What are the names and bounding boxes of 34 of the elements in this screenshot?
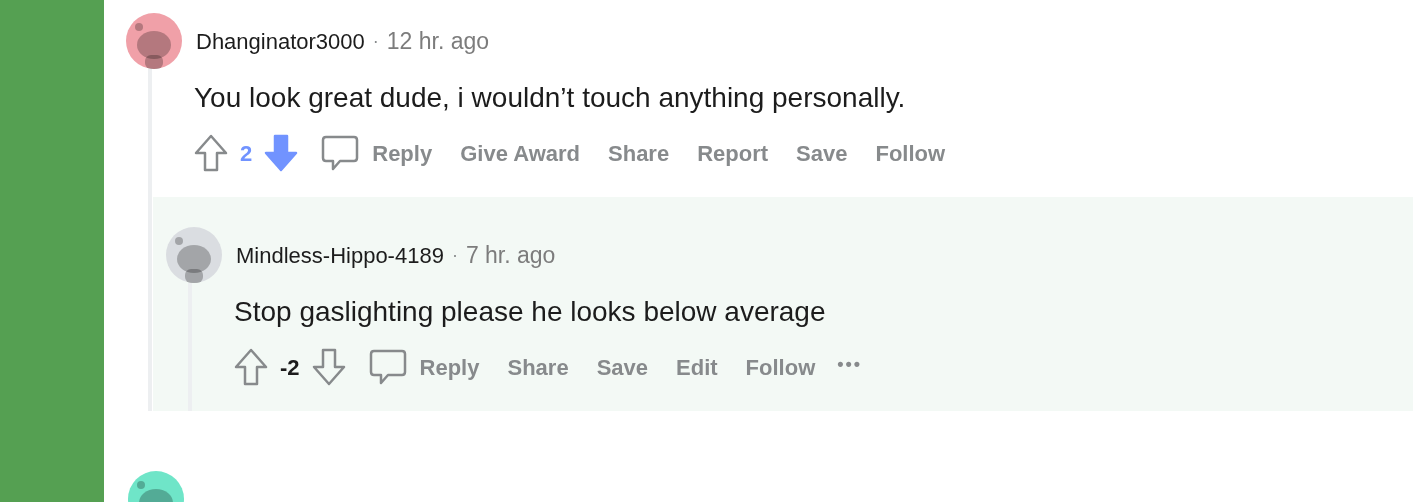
action-button[interactable]: Share (501, 350, 575, 384)
upvote-button[interactable] (234, 348, 268, 386)
comment-text: Stop gaslighting please he looks below average (234, 295, 827, 329)
comment-icon[interactable] (320, 133, 361, 173)
down-arrow-icon (264, 134, 299, 172)
username[interactable]: Dhanginator3000 (196, 24, 365, 58)
more-button[interactable]: ••• (837, 350, 863, 378)
action-button[interactable]: Reply (366, 136, 439, 170)
comment-icon[interactable] (367, 347, 408, 387)
timestamp: 7 hr. ago (465, 240, 556, 270)
avatar (126, 13, 182, 69)
downvote-button[interactable] (311, 348, 346, 386)
separator-dot: · (451, 243, 458, 267)
vote-count: 2 (239, 139, 254, 168)
action-button[interactable]: Report (691, 136, 775, 170)
up-arrow-icon (194, 134, 228, 172)
up-arrow-icon (234, 348, 268, 386)
action-button[interactable]: Save (790, 136, 854, 170)
action-button[interactable]: Follow (869, 136, 952, 170)
down-arrow-icon (311, 348, 346, 386)
action-button[interactable]: Follow (739, 350, 822, 384)
avatar (166, 227, 222, 283)
username[interactable]: Mindless-Hippo-4189 (236, 238, 444, 272)
action-button[interactable]: Save (590, 350, 655, 384)
downvote-button[interactable] (264, 134, 299, 172)
action-button[interactable]: Edit (670, 350, 724, 384)
action-button[interactable]: Give Award (454, 136, 586, 170)
action-button[interactable]: Share (602, 136, 676, 170)
separator-dot: · (372, 29, 379, 53)
action-button[interactable]: Reply (413, 350, 486, 384)
comment-text: You look great dude, i wouldn’t touch anything personally. (194, 81, 907, 115)
upvote-button[interactable] (194, 134, 228, 172)
vote-count: -2 (279, 353, 301, 382)
timestamp: 12 hr. ago (386, 26, 490, 56)
